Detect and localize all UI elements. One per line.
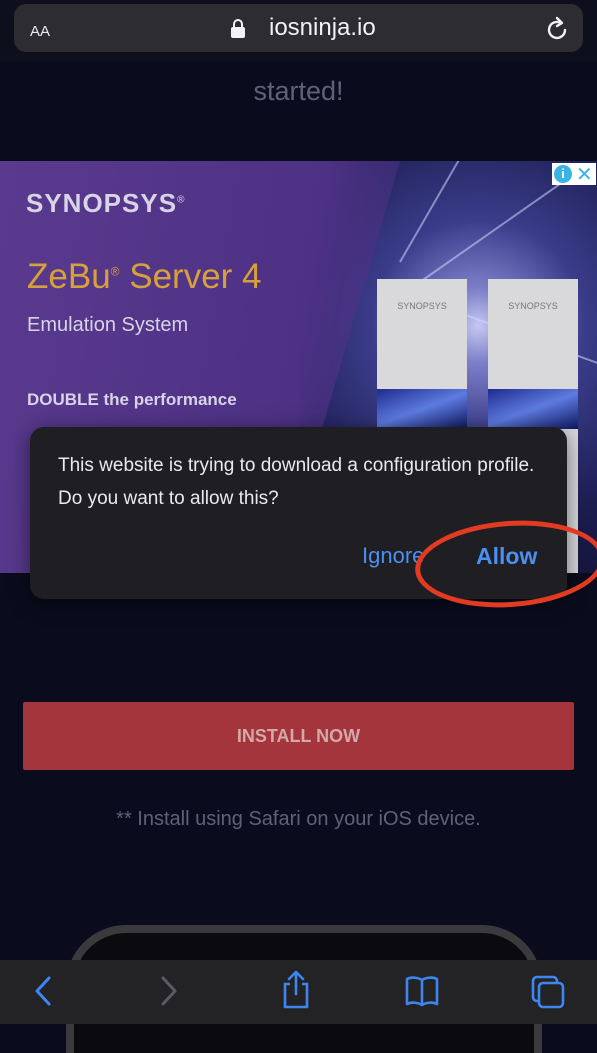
address-bar[interactable]: AA iosninja.io: [14, 4, 583, 52]
text-size-button[interactable]: AA: [30, 16, 50, 42]
url-text[interactable]: iosninja.io: [269, 14, 376, 42]
ad-tagline: DOUBLE the performance: [27, 390, 237, 409]
install-now-button[interactable]: INSTALL NOW: [23, 702, 574, 770]
lock-icon: [231, 19, 245, 38]
reload-icon[interactable]: [545, 16, 569, 42]
install-note: ** Install using Safari on your iOS devi…: [116, 808, 481, 830]
ad-box-label: SYNOPSYS: [508, 301, 558, 311]
ad-box-stripe: [377, 389, 467, 429]
ad-close-icon[interactable]: ✕: [576, 162, 593, 187]
ad-box-stripe: [488, 389, 578, 429]
ad-product-subtitle: Emulation System: [27, 314, 189, 336]
forward-icon[interactable]: [158, 974, 180, 1008]
ad-box-label: SYNOPSYS: [397, 301, 447, 311]
share-icon[interactable]: [280, 970, 312, 1010]
bookmarks-icon[interactable]: [404, 974, 440, 1008]
tabs-icon[interactable]: [530, 974, 566, 1010]
dialog-message: This website is trying to download a con…: [58, 455, 535, 509]
back-icon[interactable]: [32, 974, 54, 1008]
address-bar-container: AA iosninja.io: [0, 0, 597, 62]
page-heading-fragment: started!: [253, 76, 344, 106]
ad-choices-badge[interactable]: i ✕: [552, 162, 596, 187]
safari-bottom-toolbar: [0, 960, 597, 1024]
ad-product-name: ZeBu® Server 4: [27, 257, 262, 296]
ad-brand: SYNOPSYS®: [26, 188, 186, 218]
ad-info-icon[interactable]: i: [554, 165, 572, 183]
